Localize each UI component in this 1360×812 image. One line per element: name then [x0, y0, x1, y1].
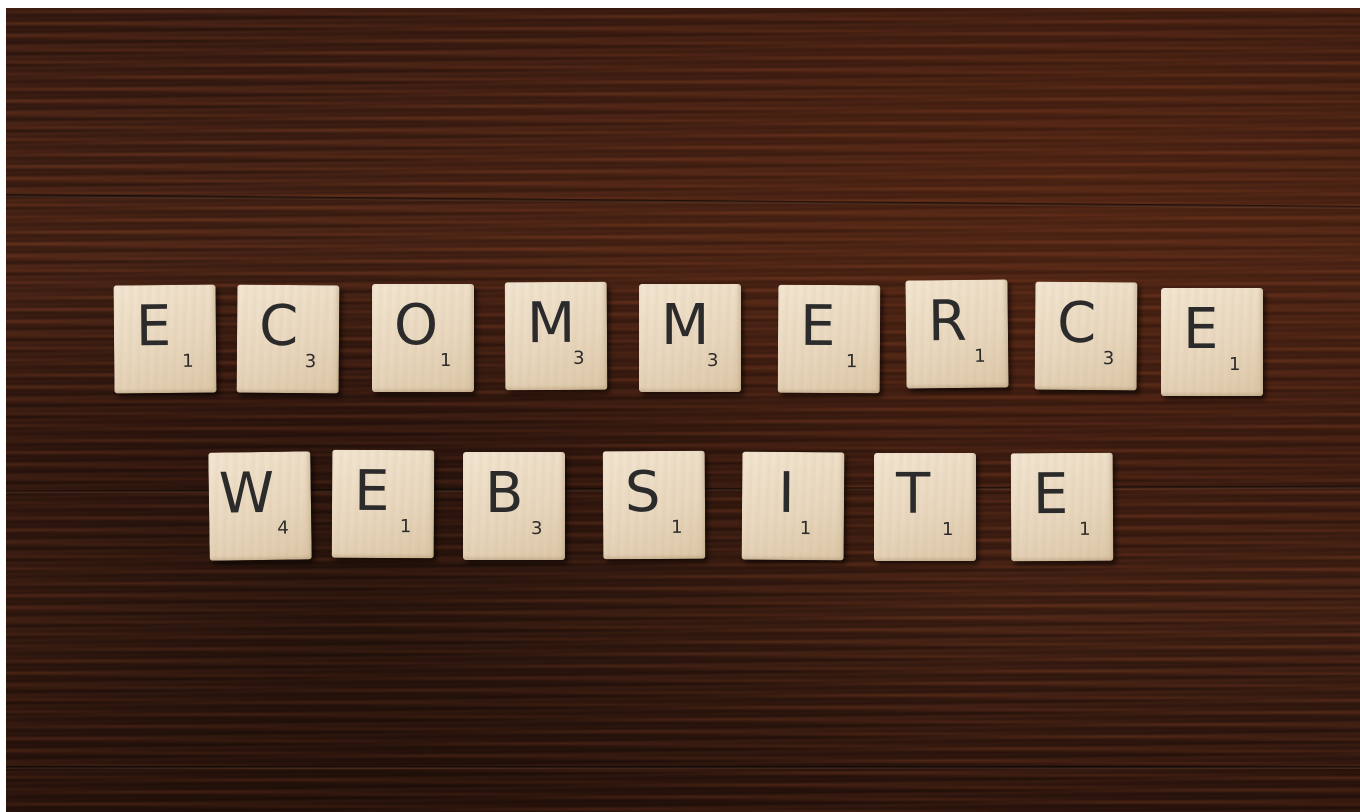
tile-score: 1 [671, 516, 683, 538]
tile-letter: S [624, 459, 661, 526]
tile-letter: I [777, 460, 795, 527]
tile-score: 3 [573, 347, 585, 369]
letter-tile-m: M 3 [504, 281, 608, 391]
letter-tile-e: E 1 [1010, 452, 1114, 562]
tile-score: 3 [304, 351, 317, 373]
tile-score: 1 [440, 350, 452, 371]
tile-letter: E [1032, 461, 1069, 528]
letter-tile-c: C 3 [236, 284, 340, 394]
tile-score: 1 [942, 519, 954, 540]
plank-seam-upper [6, 194, 1360, 209]
tile-score: 1 [1229, 354, 1241, 375]
letter-tile-t: T 1 [874, 453, 976, 561]
letter-tile-e: E 1 [113, 284, 217, 394]
tile-letter: R [927, 288, 968, 355]
letter-tile-i: I 1 [741, 451, 845, 561]
tile-letter: C [258, 293, 299, 360]
tile-score: 3 [707, 350, 719, 371]
tile-score: 1 [845, 351, 858, 373]
tile-score: 1 [974, 345, 986, 367]
letter-tile-c: C 3 [1034, 281, 1138, 391]
tile-score: 1 [799, 518, 812, 540]
letter-tile-o: O 1 [372, 284, 474, 392]
tile-score: 1 [399, 516, 412, 538]
letter-tile-e: E 1 [331, 449, 435, 559]
tile-letter: W [218, 460, 275, 527]
tile-score: 4 [277, 517, 289, 539]
tile-letter: E [1183, 297, 1219, 362]
tile-letter: E [353, 458, 390, 525]
letter-tile-b: B 3 [463, 452, 565, 560]
tile-score: 3 [1102, 348, 1115, 370]
wood-table-photo: E 1 C 3 O 1 M 3 M 3 E 1 R 1 C 3 E 1 W 4 … [6, 8, 1360, 812]
letter-tile-s: S 1 [602, 450, 706, 560]
tile-score: 1 [1079, 518, 1091, 540]
tile-letter: B [485, 461, 524, 526]
letter-tile-r: R 1 [905, 279, 1009, 389]
tile-score: 1 [182, 350, 194, 372]
tile-letter: M [661, 293, 710, 358]
tile-letter: C [1056, 290, 1097, 357]
tile-letter: O [394, 293, 439, 358]
letter-tile-w: W 4 [208, 451, 312, 561]
letter-tile-m: M 3 [639, 284, 741, 392]
letter-tile-e: E 1 [777, 284, 881, 394]
tile-letter: E [135, 293, 172, 360]
letter-tile-e: E 1 [1161, 288, 1263, 396]
tile-letter: T [896, 462, 931, 527]
plank-seam-lower [6, 766, 1360, 769]
tile-letter: M [526, 290, 576, 357]
tile-letter: E [799, 293, 836, 360]
tile-score: 3 [531, 518, 543, 539]
